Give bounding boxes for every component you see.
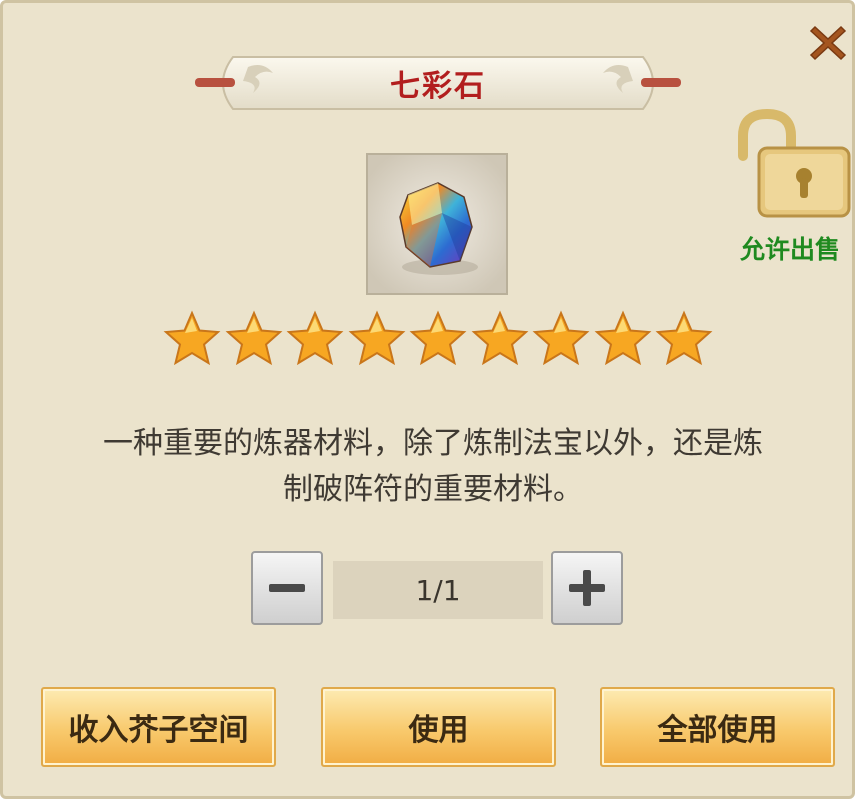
description-line: 制破阵符的重要材料。	[283, 472, 583, 507]
use-button[interactable]: 使用	[321, 687, 556, 767]
close-button[interactable]	[803, 17, 853, 67]
star-rating	[163, 310, 713, 376]
star-icon	[225, 310, 282, 366]
increase-quantity-button[interactable]	[551, 551, 623, 625]
star-icon	[163, 310, 221, 366]
star-icon	[348, 310, 405, 366]
item-description: 一种重要的炼器材料，除了炼制法宝以外，还是炼 制破阵符的重要材料。	[43, 421, 823, 513]
quantity-value: 1/1	[333, 561, 543, 619]
star-icon	[471, 310, 528, 366]
allow-sale-label: 允许出售	[739, 235, 840, 264]
star-icon	[594, 310, 651, 366]
minus-icon	[269, 584, 305, 592]
close-icon	[809, 25, 847, 61]
star-icon	[409, 310, 467, 366]
use-all-button[interactable]: 全部使用	[600, 687, 835, 767]
store-in-space-button[interactable]: 收入芥子空间	[41, 687, 276, 767]
allow-sale-toggle[interactable]: 允许出售	[725, 108, 855, 268]
item-icon-frame	[366, 153, 508, 295]
title-banner: 七彩石	[193, 53, 683, 113]
description-line: 一种重要的炼器材料，除了炼制法宝以外，还是炼	[103, 426, 763, 461]
unlocked-padlock-icon	[738, 108, 851, 218]
item-title: 七彩石	[390, 69, 486, 104]
star-icon	[532, 310, 590, 366]
item-detail-panel: 七彩石 允许出售 一种重要的炼器材料，除了炼制法宝以外，还是炼 制破阵符的重要材…	[0, 0, 855, 799]
star-icon	[286, 310, 344, 366]
decrease-quantity-button[interactable]	[251, 551, 323, 625]
rainbow-gem-icon	[368, 155, 506, 293]
star-icon	[655, 310, 713, 366]
plus-icon	[569, 570, 605, 606]
